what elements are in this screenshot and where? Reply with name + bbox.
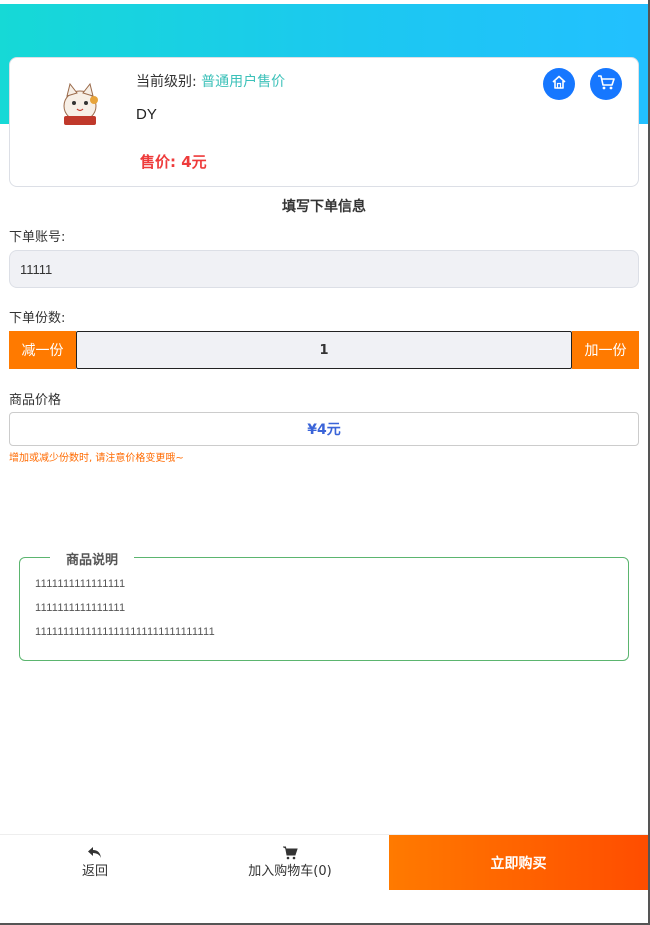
level-label: 当前级别: [136,74,197,90]
account-input[interactable]: 11111 [9,250,639,288]
level-value: 普通用户售价 [201,74,286,90]
description-box: 商品说明 1111111111111111 1111111111111111 1… [19,549,629,661]
price-label: 商品价格 [9,393,62,408]
home-icon [551,74,567,94]
cart-label: 加入购物车(0) [248,864,332,879]
description-line: 1111111111111111 [35,578,126,590]
decrease-button[interactable]: 减一份 [9,331,76,369]
product-card: 当前级别: 普通用户售价 DY 售价: 4元 [9,57,639,187]
product-price: 售价: 4元 [140,153,207,171]
increase-button[interactable]: 加一份 [572,331,639,369]
quantity-input[interactable]: 1 [76,331,572,369]
form-title: 填写下单信息 [282,199,366,215]
user-level: 当前级别: 普通用户售价 [136,71,285,91]
bottom-action-bar: 返回 加入购物车(0) 立即购买 [0,834,648,890]
description-line: 1111111111111111 [35,602,126,614]
back-button[interactable]: 返回 [50,835,140,890]
description-title: 商品说明 [50,549,135,568]
description-line: 11111111111111111111111111111111 [35,626,216,638]
account-label: 下单账号: [9,230,66,245]
buy-now-button[interactable]: 立即购买 [389,835,648,890]
price-field: ¥4元 [9,412,639,446]
price-note: 增加或减少份数时, 请注意价格变更哦~ [9,453,184,464]
back-label: 返回 [81,864,108,879]
product-name: DY [136,106,157,123]
home-button[interactable] [543,68,575,100]
quantity-label: 下单份数: [9,311,66,326]
add-to-cart-button[interactable]: 加入购物车(0) [225,835,355,890]
cart-button[interactable] [590,68,622,100]
cart-icon [597,74,615,94]
quantity-stepper: 减一份 1 加一份 [9,331,639,369]
product-thumbnail [50,72,110,132]
